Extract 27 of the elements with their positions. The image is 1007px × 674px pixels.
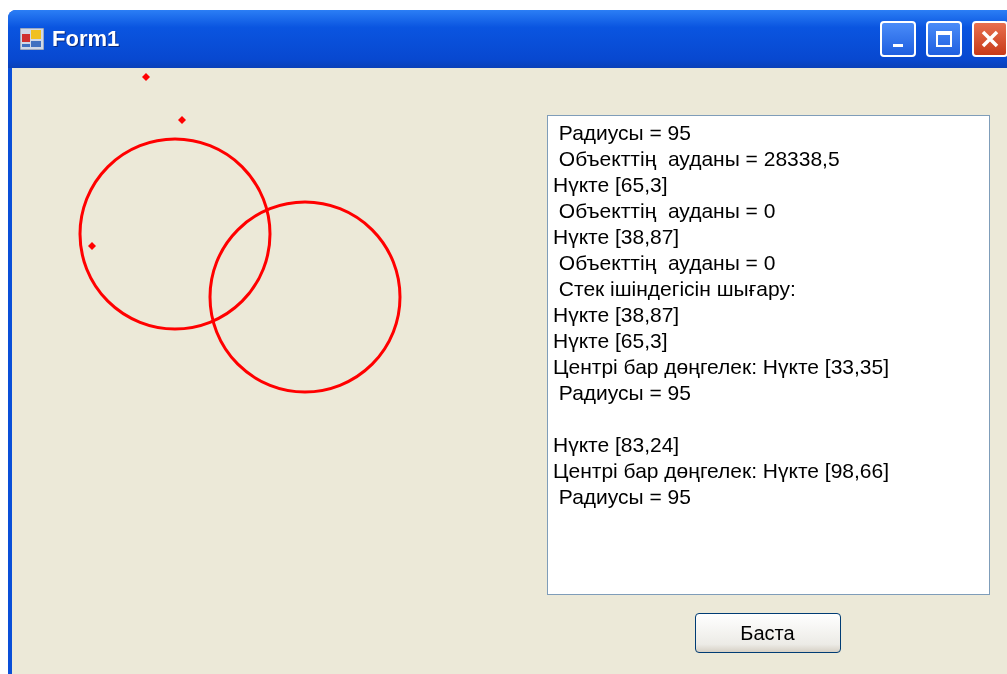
maximize-icon [935,30,953,48]
app-icon [20,28,44,50]
close-icon [980,29,1000,49]
output-line: Объекттің ауданы = 28338,5 [557,146,841,172]
point-marker [142,73,150,81]
output-line: Центрі бар дөңгелек: Нүкте [33,35] [553,354,891,380]
output-line: Центрі бар дөңгелек: Нүкте [98,66] [553,458,891,484]
output-line: Нүкте [38,87] [553,224,681,250]
output-line: Нүкте [65,3] [553,172,669,198]
output-line: Нүкте [38,87] [553,302,681,328]
point-marker [178,116,186,124]
minimize-icon [893,43,903,47]
point-marker [88,242,96,250]
output-line: Нүкте [83,24] [553,432,681,458]
maximize-button[interactable] [926,21,962,57]
output-line: Радиусы = 95 [557,484,692,510]
minimize-button[interactable] [880,21,916,57]
output-line: Радиусы = 95 [557,380,692,406]
output-line: Объекттің ауданы = 0 [557,198,777,224]
start-button[interactable]: Баста [694,613,841,653]
close-button[interactable] [972,21,1007,57]
output-textbox[interactable] [547,115,990,595]
output-line: Радиусы = 95 [557,120,692,146]
output-line: Объекттің ауданы = 0 [557,250,777,276]
output-line: Стек ішіндегісін шығару: [557,276,797,302]
output-line: Нүкте [65,3] [553,328,669,354]
window-title: Form1 [52,26,121,52]
